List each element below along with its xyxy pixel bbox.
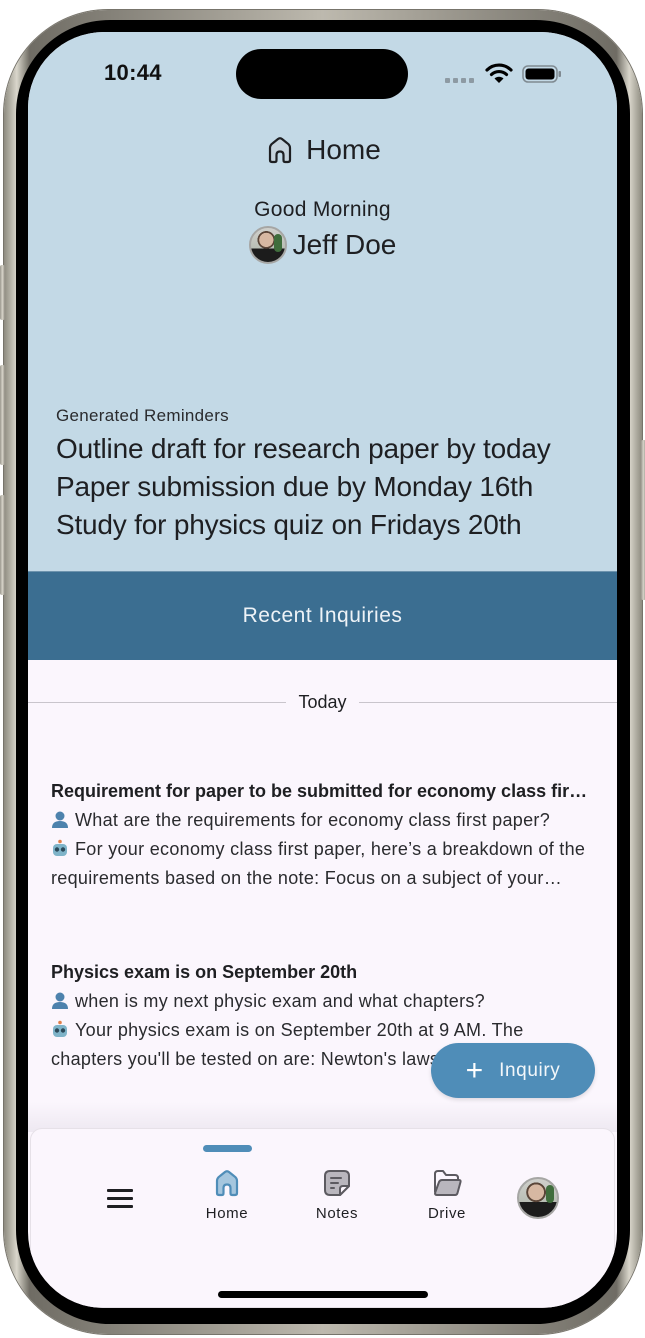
home-indicator[interactable] xyxy=(218,1291,428,1298)
folder-icon xyxy=(434,1170,462,1196)
nav-item-notes[interactable]: Notes xyxy=(297,1167,377,1222)
date-divider: Today xyxy=(28,692,617,713)
hamburger-menu-icon[interactable] xyxy=(107,1189,133,1209)
inquiry-item[interactable]: Requirement for paper to be submitted fo… xyxy=(51,777,596,893)
nav-label: Notes xyxy=(315,1205,359,1222)
user-icon xyxy=(52,992,68,1009)
reminder-list: Outline draft for research paper by toda… xyxy=(56,430,551,544)
signal-dots-icon xyxy=(445,78,474,83)
new-inquiry-label: Inquiry xyxy=(499,1059,561,1081)
home-icon xyxy=(215,1170,239,1197)
header-area: 10:44 Home Good Morning Jeff Doe Generat… xyxy=(28,32,617,571)
page-title-text: Home xyxy=(306,134,381,165)
status-time: 10:44 xyxy=(104,60,162,85)
greeting-text: Good Morning xyxy=(254,198,391,221)
reminder-item[interactable]: Outline draft for research paper by toda… xyxy=(56,430,551,468)
bottom-navigation: Home Notes Drive xyxy=(30,1128,615,1308)
date-group-label: Today xyxy=(298,692,347,712)
inquiry-answer: For your economy class first paper, here… xyxy=(51,835,596,893)
profile-avatar[interactable] xyxy=(517,1177,559,1219)
user-name: Jeff Doe xyxy=(292,229,397,260)
recent-inquiries-title: Recent Inquiries xyxy=(242,604,403,627)
home-icon xyxy=(269,137,292,164)
page-title: Home xyxy=(28,134,617,166)
nav-item-drive[interactable]: Drive xyxy=(407,1167,487,1222)
volume-down-button xyxy=(0,495,5,595)
inquiry-title: Requirement for paper to be submitted fo… xyxy=(51,781,596,801)
avatar[interactable] xyxy=(248,226,287,264)
nav-label: Drive xyxy=(427,1205,466,1222)
inquiry-question: What are the requirements for economy cl… xyxy=(51,806,596,835)
recent-inquiries-header: Recent Inquiries xyxy=(28,571,617,660)
divider-line xyxy=(358,702,617,703)
nav-label: Home xyxy=(205,1205,249,1222)
reminder-item[interactable]: Study for physics quiz on Fridays 20th xyxy=(56,506,551,544)
divider-line xyxy=(28,702,287,703)
inquiry-title: Physics exam is on September 20th xyxy=(51,962,358,982)
reminders-label: Generated Reminders xyxy=(56,406,229,425)
answer-text: For your economy class first paper, here… xyxy=(51,839,586,888)
robot-icon xyxy=(53,1020,67,1037)
reminder-item[interactable]: Paper submission due by Monday 16th xyxy=(56,468,551,506)
note-icon xyxy=(324,1170,350,1196)
inquiry-question: when is my next physic exam and what cha… xyxy=(51,987,596,1016)
nav-item-home[interactable]: Home xyxy=(187,1167,267,1222)
dynamic-island xyxy=(236,49,408,99)
action-button xyxy=(0,265,5,320)
wifi-icon xyxy=(485,63,513,83)
power-button xyxy=(641,440,645,600)
user-icon xyxy=(52,811,68,828)
volume-up-button xyxy=(0,365,5,465)
question-text: What are the requirements for economy cl… xyxy=(75,810,550,830)
battery-icon xyxy=(522,65,561,83)
active-tab-indicator xyxy=(203,1145,252,1152)
user-row: Jeff Doe xyxy=(28,226,617,264)
plus-icon: + xyxy=(465,1053,484,1087)
app-screen: 10:44 Home Good Morning Jeff Doe Generat… xyxy=(28,32,617,1308)
new-inquiry-button[interactable]: + Inquiry xyxy=(431,1043,595,1098)
robot-icon xyxy=(53,839,67,856)
question-text: when is my next physic exam and what cha… xyxy=(75,991,485,1011)
